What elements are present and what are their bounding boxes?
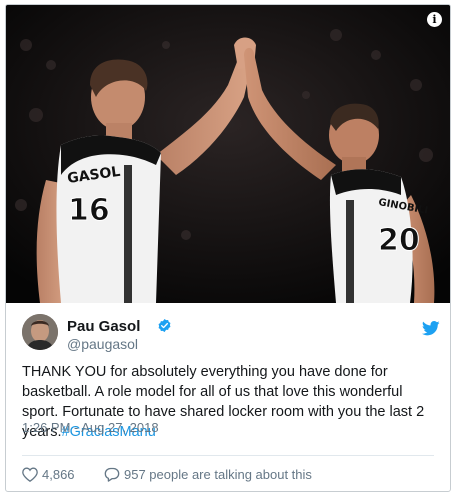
heart-icon: [22, 466, 38, 482]
high-five-photo: GASOL 16 GINOBILI 20: [6, 5, 450, 303]
avatar[interactable]: [22, 314, 58, 350]
avatar-image: [22, 314, 58, 350]
tweet-photo[interactable]: GASOL 16 GINOBILI 20 i: [6, 5, 450, 303]
conversation-text: 957 people are talking about this: [124, 466, 312, 482]
verified-badge-icon: [158, 318, 171, 333]
tweet-author: Pau Gasol @paugasol: [22, 314, 442, 354]
divider: [22, 455, 434, 456]
conversation-link[interactable]: 957 people are talking about this: [104, 464, 312, 484]
embedded-tweet-card: GASOL 16 GINOBILI 20 i Pau Gasol @paugas…: [5, 4, 451, 492]
like-count: 4,866: [42, 466, 75, 482]
speech-bubble-icon: [104, 467, 120, 482]
twitter-bird-icon[interactable]: [422, 321, 440, 336]
like-button[interactable]: 4,866: [22, 464, 75, 484]
author-name[interactable]: Pau Gasol: [67, 318, 140, 335]
author-handle[interactable]: @paugasol: [67, 336, 138, 352]
info-icon[interactable]: i: [427, 12, 442, 27]
tweet-timestamp[interactable]: 1:26 PM - Aug 27, 2018: [22, 420, 159, 435]
left-jersey-number: 16: [68, 193, 110, 228]
right-jersey-number: 20: [378, 223, 420, 258]
